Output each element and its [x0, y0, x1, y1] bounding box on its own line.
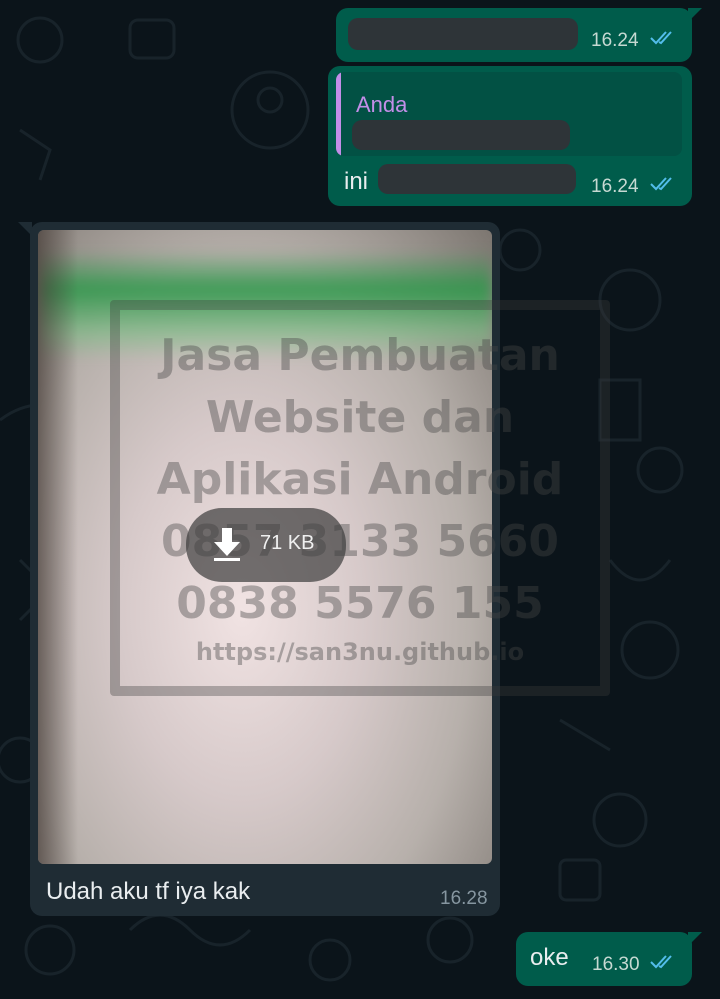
bubble-tail — [688, 932, 702, 946]
redacted-quote-text — [352, 120, 570, 150]
double-check-read-icon — [650, 955, 672, 969]
redacted-text — [348, 18, 578, 50]
message-text: oke — [530, 944, 569, 971]
double-check-read-icon — [650, 177, 672, 191]
watermark: Jasa Pembuatan Website dan Aplikasi Andr… — [80, 322, 640, 682]
image-blur-edge — [38, 230, 78, 864]
double-check-read-icon — [650, 31, 672, 45]
file-size: 71 KB — [260, 532, 315, 554]
image-caption: Udah aku tf iya kak — [46, 878, 251, 905]
quote-author: Anda — [356, 92, 408, 117]
message-bubble-incoming[interactable]: Jasa Pembuatan Website dan Aplikasi Andr… — [30, 222, 610, 916]
watermark-line: 0838 5576 155 — [176, 578, 544, 629]
bubble-tail — [688, 8, 702, 22]
watermark-line: Website dan — [205, 392, 515, 443]
redacted-text — [378, 164, 576, 194]
message-time: 16.24 — [591, 30, 639, 51]
quote-accent-bar — [336, 72, 341, 156]
reply-quote[interactable]: Anda — [336, 72, 682, 156]
watermark-line: Jasa Pembuatan — [160, 330, 560, 381]
message-text: ini — [344, 168, 369, 195]
download-button[interactable]: 71 KB — [186, 508, 346, 582]
watermark-line: 0857 3133 5660 — [160, 516, 560, 567]
message-bubble-outgoing-2[interactable]: Anda ini 16.24 — [328, 66, 692, 206]
download-arrow-icon — [214, 528, 240, 561]
message-time: 16.24 — [591, 176, 639, 197]
message-time: 16.30 — [592, 954, 640, 975]
watermark-line: Aplikasi Android — [156, 454, 564, 505]
message-bubble-outgoing-3[interactable]: oke 16.30 — [516, 932, 692, 986]
message-time: 16.28 — [440, 888, 488, 909]
watermark-url: https://san3nu.github.io — [195, 638, 525, 666]
message-bubble-outgoing-1[interactable]: 16.24 — [336, 8, 692, 62]
